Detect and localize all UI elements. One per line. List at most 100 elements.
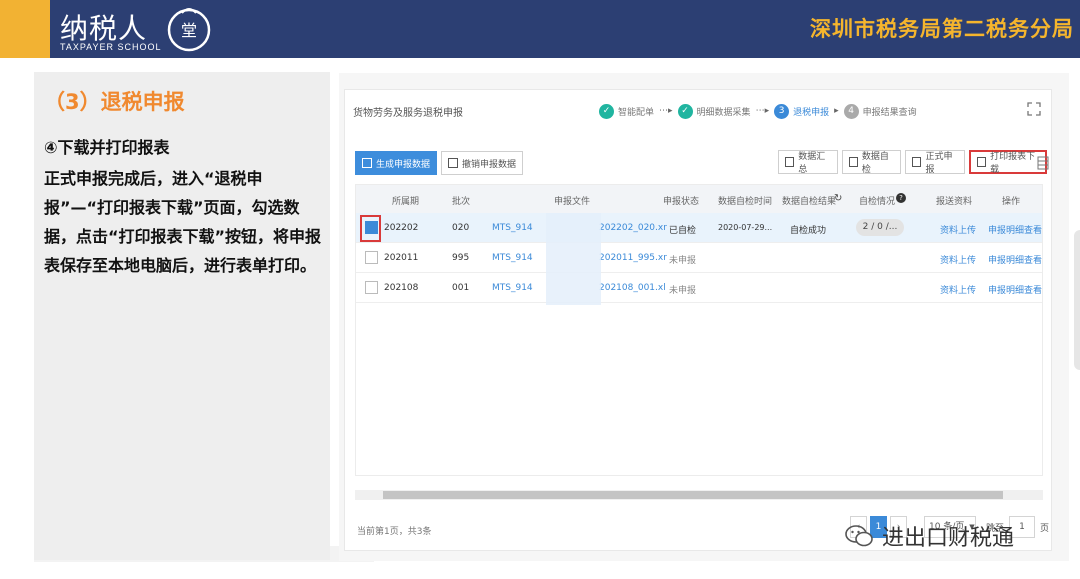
step-number: 4 (843, 103, 859, 119)
file-name-link[interactable]: 202202_020.xr (599, 223, 667, 233)
batch-cell: 020 (452, 223, 470, 233)
file-name-link[interactable]: 202011_995.xr (599, 253, 667, 263)
check-icon: ✓ (677, 103, 693, 119)
step-label: 明细数据采集 (696, 107, 751, 118)
view-detail-link[interactable]: 申报明细查看 (988, 253, 1042, 266)
column-header: 操作 (1002, 197, 1021, 207)
step-4[interactable]: 4 申报结果查询 (843, 103, 917, 119)
svg-text:堂: 堂 (181, 21, 197, 40)
help-icon[interactable]: ? (896, 193, 906, 203)
column-header: 自检情况 (859, 197, 896, 207)
generate-declaration-button[interactable]: 生成申报数据 (355, 151, 438, 175)
view-detail-link[interactable]: 申报明细查看 (988, 283, 1042, 296)
watermark-text: 进出口财税通 (882, 526, 1015, 551)
progress-steps: ✓ 智能配单 ⋯▸ ✓ 明细数据采集 ⋯▸ 3 退税申报 ▸ 4 申报结果查询 (599, 99, 917, 123)
scrollbar-thumb[interactable] (383, 491, 1003, 499)
status-cell: 未申报 (669, 256, 697, 266)
redacted-area (546, 213, 601, 305)
column-header: 申报状态 (663, 197, 700, 207)
period-cell: 202108 (384, 283, 419, 293)
logo: 纳税人 TAXPAYER SCHOOL 堂 (56, 5, 226, 55)
button-label: 撤销申报数据 (462, 159, 517, 170)
step-number: 3 (774, 103, 790, 119)
chart-icon (785, 157, 795, 167)
period-cell: 202011 (384, 253, 419, 263)
page-unit-label: 页 (1040, 523, 1050, 534)
table-header: 所属期 批次 申报文件 申报状态 数据自检时间 数据自检结果 ↻ 自检情况 ? … (356, 185, 1042, 213)
arrow-icon: ⋯▸ (659, 106, 673, 116)
org-name: 深圳市税务局第二税务分局 (810, 17, 1074, 41)
document-icon (362, 158, 372, 168)
column-header: 数据自检时间 (718, 197, 773, 207)
table-row[interactable]: 202011 995 MTS_914 202011_995.xr 未申报 资料上… (356, 243, 1042, 273)
section-title: （3）退税申报 (44, 90, 185, 114)
row-checkbox[interactable] (365, 251, 378, 264)
check-stats-pill: 2 / 0 /... (856, 219, 904, 236)
button-label: 生成申报数据 (376, 159, 431, 170)
instruction-panel: （3）退税申报 ④下载并打印报表 正式申报完成后，进入“退税申报”—“打印报表下… (34, 72, 330, 560)
view-detail-link[interactable]: 申报明细查看 (988, 223, 1042, 236)
data-self-check-button[interactable]: 数据自检 (841, 150, 902, 175)
step-label: 申报结果查询 (862, 107, 917, 118)
fullscreen-icon[interactable] (1027, 102, 1041, 116)
batch-cell: 995 (452, 253, 470, 263)
printer-icon (976, 157, 987, 167)
wechat-icon (845, 525, 873, 547)
horizontal-scrollbar[interactable] (355, 490, 1043, 500)
logo-title: 纳税人 (60, 12, 148, 45)
watermark: 进出口财税通 (844, 520, 1014, 552)
button-label: 数据自检 (861, 152, 889, 175)
table-row[interactable]: 202108 001 MTS_914 202108_001.xl 未申报 资料上… (356, 273, 1042, 303)
step-title: ④下载并打印报表 (44, 138, 170, 157)
column-header: 数据自检结果 (782, 197, 837, 207)
upload-link[interactable]: 资料上传 (940, 253, 976, 266)
step-label: 智能配单 (618, 107, 655, 118)
app-screenshot: 货物劳务及服务退税申报 ✓ 智能配单 ⋯▸ ✓ 明细数据采集 ⋯▸ 3 退税申报… (339, 73, 1069, 561)
arrow-icon: ▸ (834, 106, 839, 116)
highlight-box (360, 215, 381, 242)
step-3[interactable]: 3 退税申报 (774, 103, 830, 119)
batch-cell: 001 (452, 283, 470, 293)
page-heading: 货物劳务及服务退税申报 (353, 108, 463, 119)
button-label: 数据汇总 (798, 152, 826, 175)
file-check-icon (848, 157, 858, 167)
arrow-icon: ⋯▸ (755, 106, 770, 116)
file-prefix-link[interactable]: MTS_914 (492, 223, 533, 233)
period-cell: 202202 (384, 223, 419, 233)
button-label: 打印报表下载 (990, 152, 1036, 175)
upload-link[interactable]: 资料上传 (940, 223, 976, 236)
step-description: 正式申报完成后，进入“退税申报”—“打印报表下载”页面，勾选数据，点击“打印报表… (44, 169, 322, 275)
toolbar-left: 生成申报数据 撤销申报数据 (355, 151, 527, 175)
formal-declaration-button[interactable]: 正式申报 (905, 150, 965, 175)
column-settings-icon[interactable] (1037, 156, 1049, 170)
upload-icon (912, 157, 922, 167)
refresh-icon[interactable]: ↻ (834, 193, 842, 204)
file-prefix-link[interactable]: MTS_914 (492, 253, 533, 263)
record-count: 当前第1页，共3条 (357, 527, 432, 537)
file-name-link[interactable]: 202108_001.xl (599, 283, 666, 293)
file-prefix-link[interactable]: MTS_914 (492, 283, 533, 293)
column-header: 报送资料 (936, 197, 973, 207)
edge-decoration (1074, 230, 1080, 370)
step-2[interactable]: ✓ 明细数据采集 (677, 103, 751, 119)
logo-seal-icon: 堂 (167, 8, 211, 52)
column-header: 所属期 (392, 197, 420, 207)
app-window: 货物劳务及服务退税申报 ✓ 智能配单 ⋯▸ ✓ 明细数据采集 ⋯▸ 3 退税申报… (344, 89, 1052, 551)
status-cell: 已自检 (669, 226, 697, 236)
row-checkbox[interactable] (365, 281, 378, 294)
banner-accent (0, 0, 50, 58)
revoke-declaration-button[interactable]: 撤销申报数据 (441, 151, 524, 175)
document-icon (448, 158, 459, 168)
data-summary-button[interactable]: 数据汇总 (778, 150, 838, 175)
check-icon: ✓ (599, 103, 614, 119)
table-row[interactable]: 202202 020 MTS_914 202202_020.xr 已自检 202… (356, 213, 1042, 243)
column-header: 批次 (452, 197, 471, 207)
print-report-download-button[interactable]: 打印报表下载 (968, 150, 1047, 175)
logo-subtitle: TAXPAYER SCHOOL (60, 42, 162, 52)
declaration-table: 所属期 批次 申报文件 申报状态 数据自检时间 数据自检结果 ↻ 自检情况 ? … (355, 184, 1043, 476)
upload-link[interactable]: 资料上传 (940, 283, 976, 296)
check-result-cell: 自检成功 (790, 226, 827, 236)
status-cell: 未申报 (669, 286, 697, 296)
step-label: 退税申报 (793, 107, 830, 118)
step-1[interactable]: ✓ 智能配单 (599, 103, 655, 119)
